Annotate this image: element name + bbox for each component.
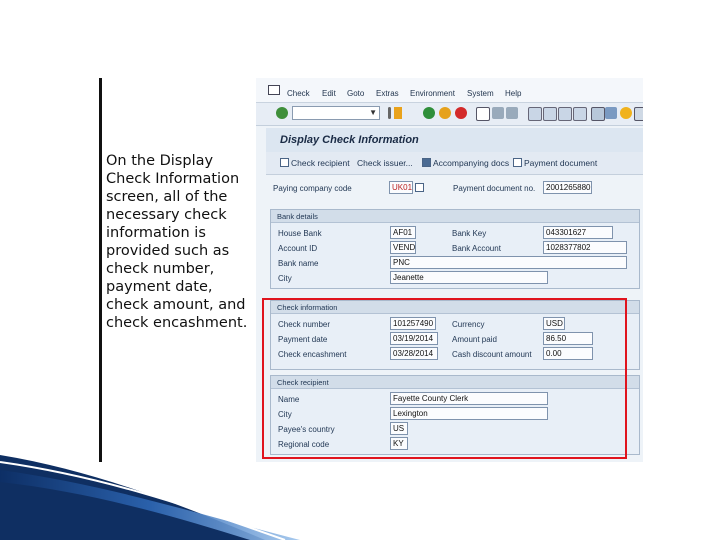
footer-swoosh: [0, 455, 300, 540]
